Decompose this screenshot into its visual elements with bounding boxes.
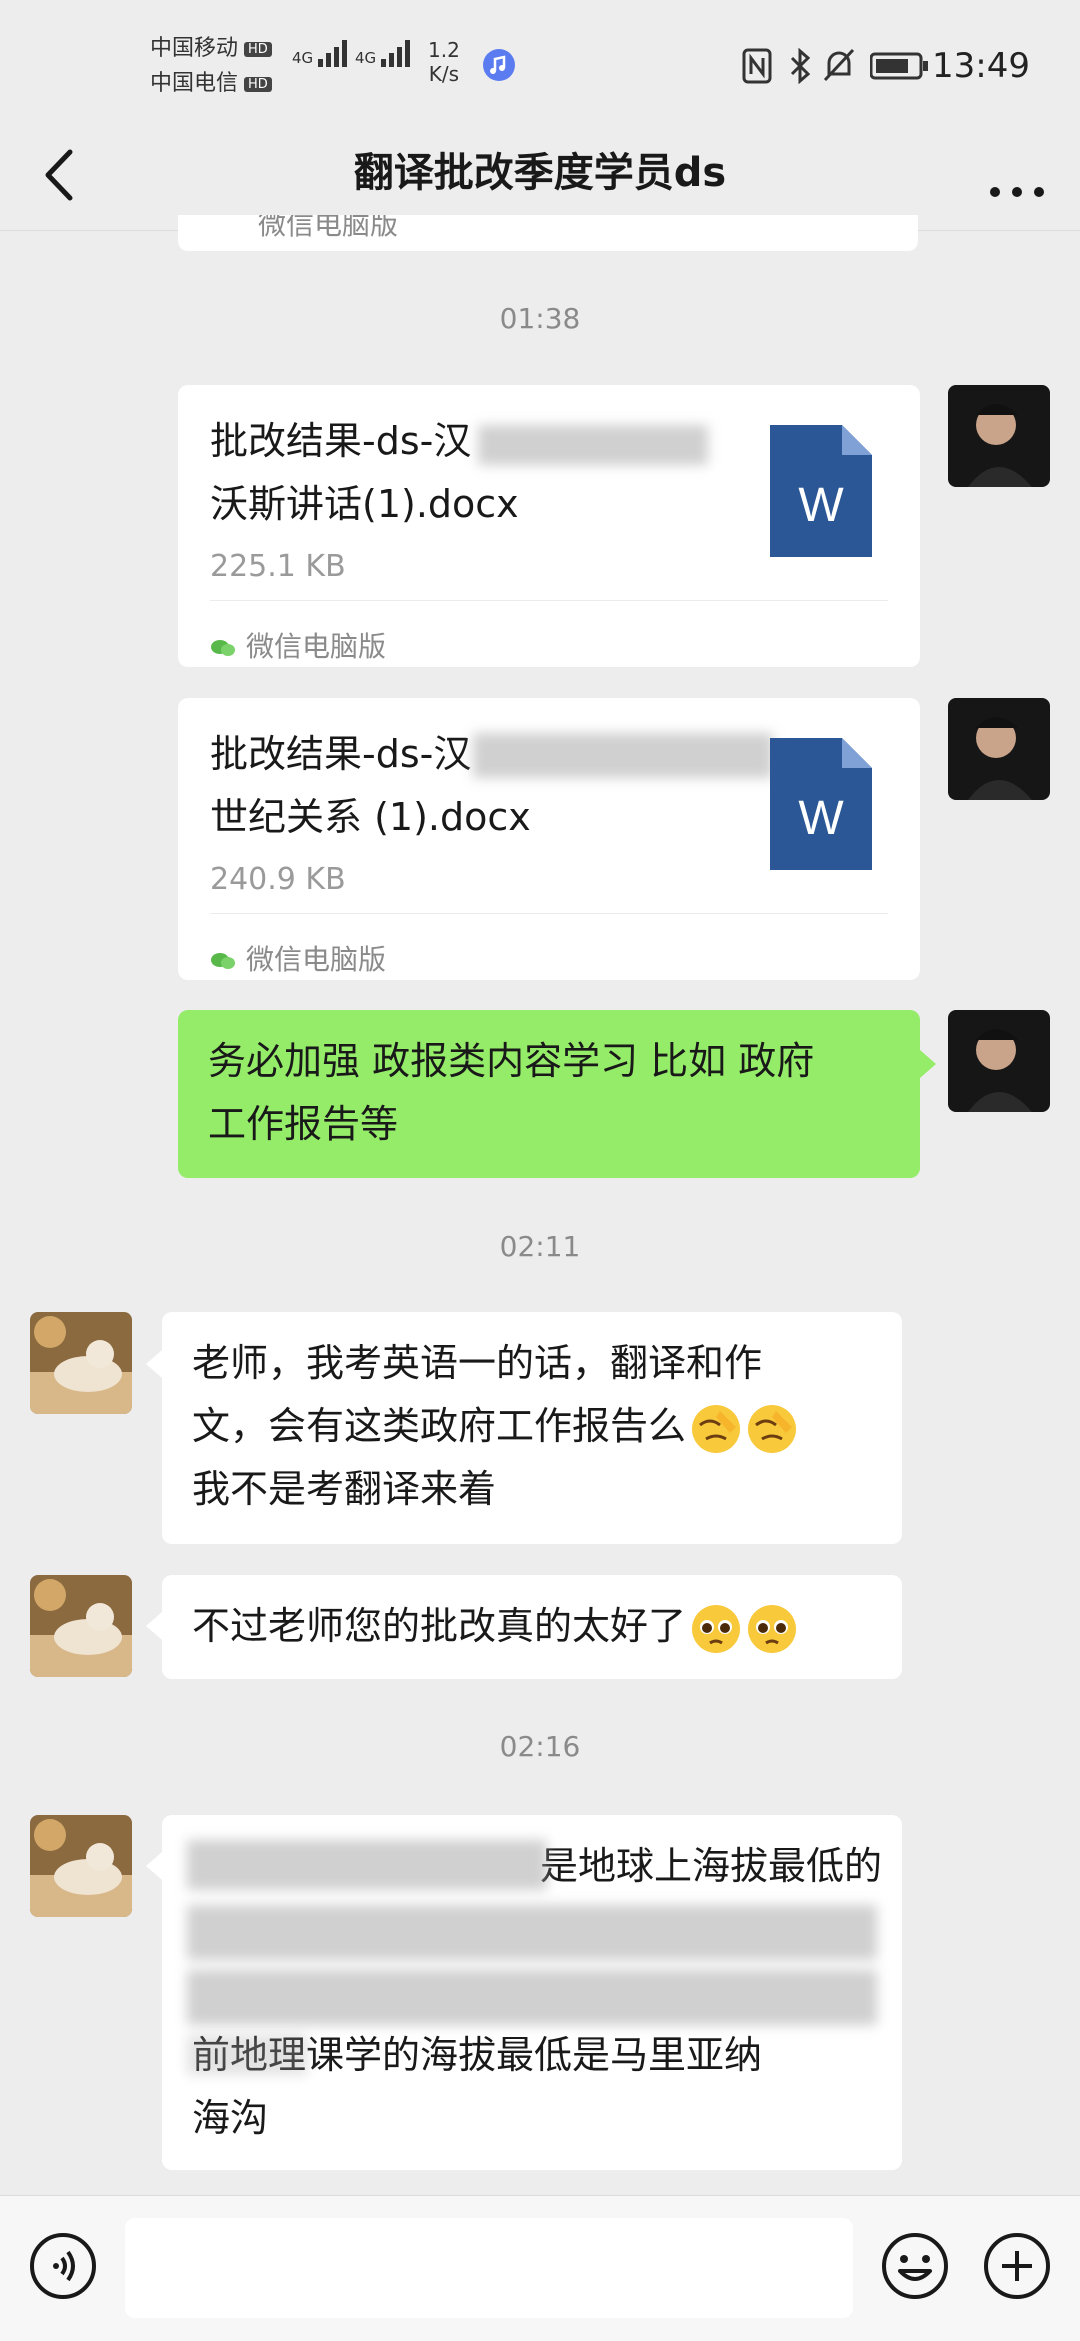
signal-2-icon: 4G [355,40,413,67]
divider [210,600,888,601]
message-text: 务必加强 政报类内容学习 比如 政府 工作报告等 [208,1030,814,1156]
network-speed-value: 1.2 [428,38,460,62]
avatar-self-image [948,1010,1050,1112]
network-speed: 1.2 K/s [428,38,460,86]
message-line: 老师，我考英语一的话，翻译和作 [192,1341,763,1385]
carrier-2: 中国电信 HD [150,65,272,97]
network-type-2: 4G [355,49,377,67]
redaction-blur [187,1840,547,1890]
avatar-contact-image [30,1575,132,1677]
message-input[interactable] [125,2218,853,2318]
hd-badge: HD [244,76,272,92]
redaction-blur [187,1905,877,1960]
received-message-3[interactable]: 是地球上海拔最低的 前地理课学的海拔最低是马里亚纳 海沟 [162,1815,902,2170]
emoji-icon[interactable] [880,2231,950,2301]
file-message-2[interactable]: 批改结果-ds-汉 世纪关系 (1).docx 240.9 KB W 微信电脑版 [178,698,920,980]
avatar-contact[interactable] [30,1312,132,1414]
word-letter: W [798,479,844,532]
redaction-blur [473,733,773,778]
file-size: 240.9 KB [210,862,346,897]
avatar-self[interactable] [948,1010,1050,1112]
bubble-tail [146,1612,162,1640]
message-text: 不过老师您的批改真的太好了 [192,1595,798,1658]
file-name-line-2: 沃斯讲话(1).docx [210,482,519,526]
message-line: 文，会有这类政府工作报告么 [192,1404,687,1448]
avatar-contact[interactable] [30,1575,132,1677]
partial-source-label: 微信电脑版 [258,215,399,241]
redaction-blur [478,425,708,465]
file-source-label: 微信电脑版 [246,630,387,663]
file-message-1[interactable]: 批改结果-ds-汉 沃斯讲话(1).docx 225.1 KB W 微信电脑版 [178,385,920,667]
file-source: 微信电脑版 [210,928,386,991]
bluetooth-icon [790,48,811,84]
avatar-self-image [948,385,1050,487]
divider [210,913,888,914]
bubble-tail [146,1350,162,1378]
message-line: 务必加强 政报类内容学习 比如 政府 [208,1039,815,1083]
bubble-tail [920,1050,936,1078]
input-bar [0,2195,1080,2341]
redaction-blur [187,2035,307,2075]
chat-header: 翻译批改季度学员ds [0,120,1080,230]
word-doc-icon: W [770,738,872,870]
wechat-pc-icon [211,953,235,969]
sent-message[interactable]: 务必加强 政报类内容学习 比如 政府 工作报告等 [178,1010,920,1178]
word-letter: W [798,792,844,845]
more-dots-icon[interactable] [982,142,1052,202]
hd-badge: HD [244,41,272,57]
avatar-contact[interactable] [30,1815,132,1917]
plus-icon[interactable] [982,2231,1052,2301]
message-line: 不过老师您的批改真的太好了 [192,1604,687,1648]
carrier-2-label: 中国电信 [150,71,239,96]
message-line: 海沟 [192,2096,269,2140]
music-app-icon [483,49,515,81]
avatar-self-image [948,698,1050,800]
file-size: 225.1 KB [210,549,346,584]
pleading-face-emoji-icon [692,1604,741,1653]
network-speed-unit: K/s [428,62,460,86]
received-message-1[interactable]: 老师，我考英语一的话，翻译和作 文，会有这类政府工作报告么 我不是考翻译来着 [162,1312,902,1544]
avatar-contact-image [30,1312,132,1414]
signal-1-icon: 4G [292,40,350,67]
voice-icon[interactable] [28,2231,98,2301]
timestamp: 01:38 [499,302,581,335]
carrier-1: 中国移动 HD [150,30,272,62]
file-source-label: 微信电脑版 [246,943,387,976]
redaction-blur [187,1970,877,2025]
carrier-1-label: 中国移动 [150,36,239,61]
message-line: 工作报告等 [208,1102,399,1146]
wechat-pc-icon [211,640,235,656]
network-type-1: 4G [292,49,314,67]
message-text: 老师，我考英语一的话，翻译和作 文，会有这类政府工作报告么 我不是考翻译来着 [192,1332,798,1521]
word-doc-icon: W [770,425,872,557]
avatar-self[interactable] [948,385,1050,487]
avatar-self[interactable] [948,698,1050,800]
message-line: 我不是考翻译来着 [192,1467,497,1511]
message-line-with-emoji: 文，会有这类政府工作报告么 [192,1395,798,1458]
status-bar: 中国移动 HD 中国电信 HD 4G 4G 1.2 K/s 13:49 [0,0,1080,130]
nfc-icon [742,48,772,84]
avatar-contact-image [30,1815,132,1917]
file-name-line-2: 世纪关系 (1).docx [210,795,531,839]
battery-icon [870,52,928,80]
clock: 13:49 [932,46,1030,86]
facepalm-emoji-icon [692,1404,741,1453]
received-message-2[interactable]: 不过老师您的批改真的太好了 [162,1575,902,1679]
bubble-tail [146,1852,162,1880]
timestamp: 02:11 [499,1230,581,1263]
file-source: 微信电脑版 [210,615,386,678]
mute-bell-icon [823,48,855,82]
chat-title: 翻译批改季度学员ds [353,150,727,196]
facepalm-emoji-icon [748,1404,797,1453]
timestamp: 02:16 [499,1730,581,1763]
partial-file-bubble[interactable]: 微信电脑版 [178,215,918,251]
pleading-face-emoji-icon [748,1604,797,1653]
